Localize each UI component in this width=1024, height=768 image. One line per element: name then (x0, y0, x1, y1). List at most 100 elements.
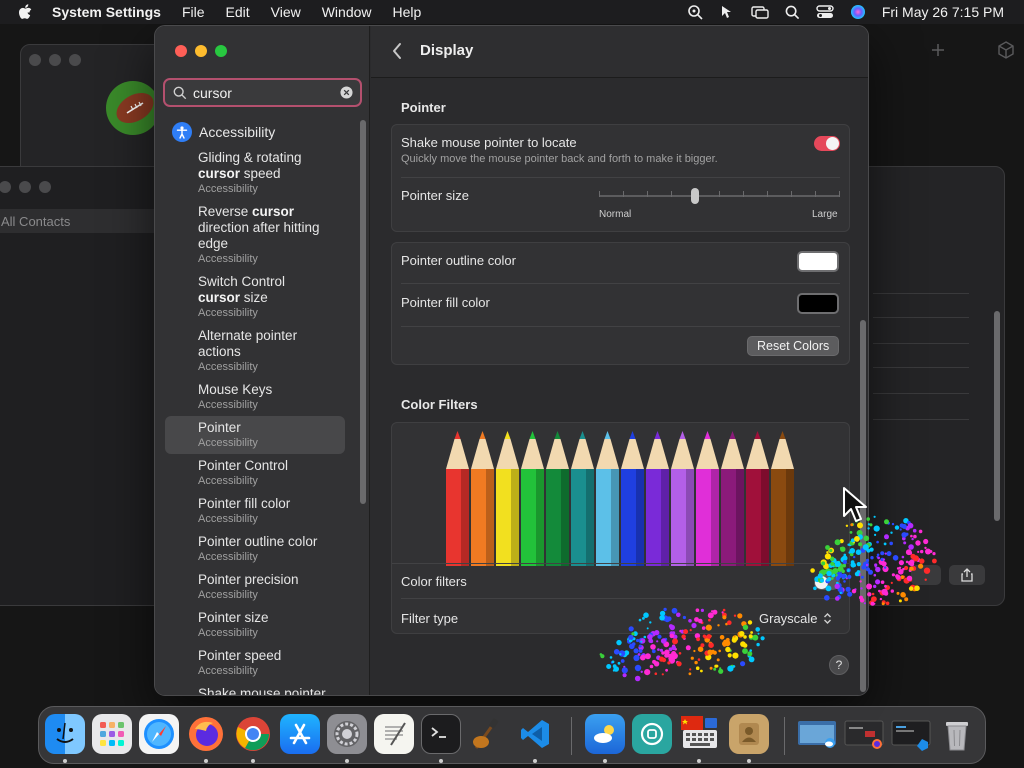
menu-help[interactable]: Help (393, 4, 422, 20)
search-icon (173, 86, 187, 100)
contacts-window: All Contacts (0, 166, 170, 606)
outline-color-well[interactable] (797, 251, 839, 272)
minimize-button[interactable] (195, 45, 207, 57)
pencil (546, 431, 569, 566)
sidebar-item-accessibility[interactable]: Accessibility (155, 119, 275, 145)
color-filters-label: Color filters (401, 574, 467, 589)
filter-type-label: Filter type (401, 611, 459, 626)
menu-file[interactable]: File (182, 4, 205, 20)
search-result-selected[interactable]: Pointer Accessibility (165, 416, 345, 454)
contacts-icon[interactable] (729, 714, 769, 754)
system-settings-icon[interactable] (327, 714, 367, 754)
launchpad-icon[interactable] (92, 714, 132, 754)
search-input[interactable]: cursor (193, 85, 340, 101)
pencil (471, 431, 494, 566)
result-subtitle: Accessibility (198, 361, 258, 373)
search-result[interactable]: Reverse cursor direction after hitting e… (165, 204, 345, 266)
result-subtitle: Accessibility (198, 399, 258, 411)
pointer-size-thumb[interactable] (691, 188, 700, 204)
football-icon (105, 77, 161, 144)
section-title-pointer: Pointer (401, 100, 446, 115)
search-result[interactable]: Gliding & rotating cursor speed Accessibi… (165, 150, 345, 196)
search-field[interactable]: cursor (163, 78, 362, 107)
weather-icon[interactable] (585, 714, 625, 754)
search-result[interactable]: Pointer speed Accessibility (165, 648, 345, 678)
trash-icon[interactable] (937, 714, 977, 754)
menu-view[interactable]: View (271, 4, 301, 20)
close-button[interactable] (175, 45, 187, 57)
search-result[interactable]: Pointer outline color Accessibility (165, 534, 345, 564)
clock[interactable]: Fri May 26 7:15 PM (882, 4, 1004, 20)
instruments-icon[interactable] (468, 714, 508, 754)
pointer-size-max-label: Large (812, 209, 838, 220)
search-result[interactable]: Pointer fill color Accessibility (165, 496, 345, 526)
window-thumbnail-icon[interactable] (843, 714, 885, 754)
pointer-group: Shake mouse pointer to locate Quickly mo… (391, 124, 850, 232)
menu-app-name[interactable]: System Settings (52, 4, 161, 20)
sidebar-scrollbar[interactable] (360, 120, 366, 504)
spotlight-search-icon[interactable] (785, 5, 800, 20)
siri-icon[interactable] (850, 4, 866, 20)
search-result[interactable]: Shake mouse pointer (165, 686, 345, 695)
pointer-color-group: Pointer outline color Pointer fill color… (391, 242, 850, 365)
result-title: Reverse cursor direction after hitting e… (198, 204, 320, 251)
result-title: Pointer precision (198, 572, 299, 587)
pencil (446, 431, 469, 566)
apple-menu-icon[interactable] (18, 4, 34, 20)
page-title: Display (420, 42, 474, 59)
firefox-icon[interactable] (186, 714, 226, 754)
result-title: Alternate pointer actions (198, 328, 298, 359)
control-center-icon[interactable] (816, 4, 834, 20)
clear-search-icon[interactable] (340, 86, 353, 99)
search-result[interactable]: Switch Control cursor size Accessibility (165, 274, 345, 320)
pencil (521, 431, 544, 566)
textedit-icon[interactable] (374, 714, 414, 754)
keyboard-viewer-icon[interactable] (679, 714, 719, 754)
contacts-group-label[interactable]: All Contacts (1, 214, 70, 229)
app-store-icon[interactable] (280, 714, 320, 754)
window-thumbnail-icon[interactable] (796, 714, 838, 754)
search-result[interactable]: Mouse Keys Accessibility (165, 382, 345, 412)
search-result[interactable]: Alternate pointer actions Accessibility (165, 328, 345, 374)
pencil (496, 431, 519, 566)
result-subtitle: Accessibility (198, 253, 258, 265)
safari-icon[interactable] (139, 714, 179, 754)
search-result[interactable]: Pointer Control Accessibility (165, 458, 345, 488)
terminal-icon[interactable] (421, 714, 461, 754)
result-subtitle: Accessibility (198, 437, 258, 449)
section-title-color-filters: Color Filters (401, 397, 478, 412)
finder-icon[interactable] (45, 714, 85, 754)
screen-time-icon[interactable] (632, 714, 672, 754)
menu-edit[interactable]: Edit (226, 4, 250, 20)
window-thumbnail-icon[interactable] (890, 714, 932, 754)
result-subtitle: Accessibility (198, 475, 258, 487)
zoom-button[interactable] (215, 45, 227, 57)
result-title: Pointer fill color (198, 496, 291, 511)
vscode-icon[interactable] (515, 714, 555, 754)
shake-pointer-label: Shake mouse pointer to locate (401, 135, 577, 150)
accessibility-icon (172, 122, 192, 142)
shake-pointer-toggle[interactable] (814, 136, 840, 151)
menu-window[interactable]: Window (322, 4, 372, 20)
reset-colors-button[interactable]: Reset Colors (747, 336, 840, 356)
screen-mirroring-icon[interactable] (751, 4, 769, 20)
result-subtitle: Accessibility (198, 513, 258, 525)
chrome-icon[interactable] (233, 714, 273, 754)
zoom-status-icon[interactable] (687, 4, 703, 20)
pointer-status-icon[interactable] (719, 4, 735, 20)
shake-pointer-description: Quickly move the mouse pointer back and … (401, 153, 718, 165)
result-subtitle: Accessibility (198, 551, 258, 563)
search-result[interactable]: Pointer precision Accessibility (165, 572, 345, 602)
pointer-size-label: Pointer size (401, 188, 469, 203)
fill-color-well[interactable] (797, 293, 839, 314)
add-icon[interactable] (930, 42, 946, 63)
window-controls (175, 45, 227, 57)
pointer-size-min-label: Normal (599, 209, 632, 220)
pointer-size-slider[interactable] (599, 185, 841, 207)
box-icon[interactable] (997, 41, 1015, 64)
result-title: Pointer Control (198, 458, 289, 473)
search-result[interactable]: Pointer size Accessibility (165, 610, 345, 640)
sidebar: cursor Accessibility Gliding & rotating c… (155, 26, 370, 695)
back-chevron-icon[interactable] (391, 42, 403, 65)
sidebar-item-label: Accessibility (199, 124, 276, 140)
